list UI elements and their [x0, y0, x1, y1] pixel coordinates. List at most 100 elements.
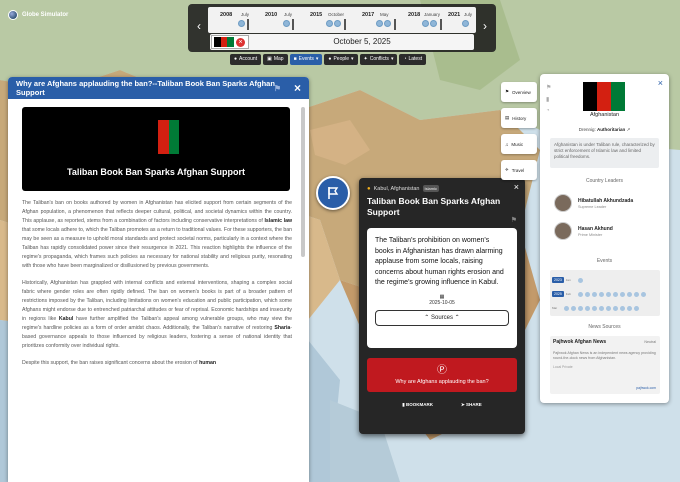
share-button[interactable]: ➤ SHARE [461, 402, 482, 408]
timeline-dots[interactable] [376, 20, 391, 27]
tab-travel[interactable]: ✈ Travel [501, 160, 537, 180]
chevron-down-icon: ▾ [390, 56, 394, 62]
external-link-icon[interactable]: ↗ [627, 127, 631, 132]
tab-music[interactable]: ♫ Music [501, 134, 537, 154]
news-source-description: Pajhwok Afghan News is an independent ne… [553, 351, 656, 360]
event-tag: Islamic [422, 185, 439, 192]
nav-label: People [333, 56, 350, 62]
event-summary: The Taliban's prohibition on women's boo… [375, 237, 504, 286]
report-flag-icon[interactable]: ⚑ [511, 216, 517, 224]
current-date: October 5, 2025 [333, 37, 391, 46]
music-icon: ♫ [505, 141, 509, 147]
timeline-divider [247, 19, 249, 30]
book-icon: ▤ [505, 115, 510, 120]
article-paragraph: The Taliban's ban on books authored by w… [22, 200, 292, 269]
timeline-month: July [464, 12, 473, 17]
event-location: ● Kabul, Afghanistan Islamic [367, 185, 439, 192]
country-panel-icons: ⚑ ▮ ◔ [546, 84, 551, 114]
chevron-down-icon: ▾ [315, 56, 319, 62]
flag-icon [328, 187, 339, 199]
timeline-year: 2017 [362, 12, 375, 18]
timeline-year: 2010 [265, 12, 278, 18]
article-body[interactable]: Taliban Book Ban Sparks Afghan Support T… [22, 107, 292, 479]
nav-label: Latest [408, 56, 423, 62]
pinterest-icon: Ⓟ [437, 365, 447, 376]
timeline-dots[interactable] [422, 20, 437, 27]
timeline-dots[interactable] [283, 20, 290, 27]
country-side-tabs: ⚑ Overview ▤ History ♫ Music ✈ Travel [501, 82, 537, 180]
flag-icon[interactable]: ⚑ [546, 84, 551, 91]
timeline-track[interactable]: 2008 July 2010 July 2015 October 2017 Ma… [208, 7, 476, 33]
sources-button[interactable]: ⌃ Sources ⌃ [375, 309, 509, 326]
timeline-month: January [424, 12, 441, 17]
nav-people-button[interactable]: ● People ▾ [324, 54, 358, 65]
flag-icon: ⚑ [505, 89, 510, 94]
nav-map-button[interactable]: ▣ Map [263, 54, 288, 65]
article-scrollbar[interactable] [301, 107, 305, 257]
article-banner: Taliban Book Ban Sparks Afghan Support [22, 107, 290, 191]
banner-title: Taliban Book Ban Sparks Afghan Support [66, 167, 245, 177]
avatar [554, 222, 572, 240]
globe-icon [8, 10, 18, 20]
location-label: Kabul, Afghanistan [373, 185, 420, 192]
chevron-down-icon: ▾ [351, 56, 354, 62]
timeline-dots[interactable] [462, 20, 469, 27]
article-header: Why are Afghans applauding the ban?--Tal… [8, 77, 309, 99]
timeline-month: May [380, 12, 389, 17]
news-source-item[interactable]: Pajhwok Afghan News Neutral Pajhwok Afgh… [550, 336, 660, 394]
close-icon[interactable]: × [294, 81, 301, 95]
nav-label: Account [239, 56, 258, 62]
country-panel: × ⚑ ▮ ◔ Afghanistan Drennig: Authoritari… [540, 74, 669, 403]
close-icon[interactable]: × [658, 78, 663, 88]
bookmark-button[interactable]: ▮ BOOKMARK [402, 402, 433, 408]
timeline-divider [394, 19, 396, 30]
close-icon[interactable]: × [514, 182, 519, 192]
related-article-button[interactable]: Ⓟ Why are Afghans applauding the ban? [367, 358, 517, 392]
tab-overview[interactable]: ⚑ Overview [501, 82, 537, 102]
location-pin-icon: ● [367, 185, 371, 192]
country-description: Afghanistan is under Taliban rule, chara… [550, 138, 659, 168]
nav-label: Map [273, 56, 284, 62]
timeline-divider [344, 19, 346, 30]
user-icon: ● [234, 56, 238, 62]
nav-account-button[interactable]: ● Account [230, 54, 262, 65]
article-paragraph: Historically, Afghanistan has grappled w… [22, 280, 292, 349]
event-marker[interactable] [316, 176, 350, 210]
news-source-category: Local Private [553, 365, 573, 369]
article-panel: Why are Afghans applauding the ban?--Tal… [8, 77, 309, 482]
timeline-year: 2008 [220, 12, 233, 18]
news-source-name: Pajhwok Afghan News [553, 339, 607, 345]
event-actions: ▮ BOOKMARK ➤ SHARE [359, 402, 525, 408]
article-paragraph: Despite this support, the ban raises sig… [22, 360, 217, 366]
event-title: Taliban Book Ban Sparks Afghan Support [367, 196, 501, 217]
timeline-year: 2015 [310, 12, 323, 18]
country-name: Afghanistan [589, 112, 620, 118]
timeline-dots[interactable] [326, 20, 341, 27]
nav-conflicts-button[interactable]: ✦ Conflicts ▾ [359, 54, 398, 65]
news-heading: News Sources [588, 324, 621, 330]
app-logo[interactable]: Globe Simulator [8, 10, 68, 20]
news-source-link[interactable]: pajhwok.com [636, 386, 656, 390]
people-icon: ● [328, 56, 332, 62]
tab-history[interactable]: ▤ History [501, 108, 537, 128]
timeline-prev-button[interactable]: ‹ [192, 18, 206, 34]
timeline: ‹ › 2008 July 2010 July 2015 October 201… [188, 4, 496, 52]
event-card: × ● Kabul, Afghanistan Islamic Taliban B… [359, 178, 525, 434]
timeline-dots[interactable] [238, 20, 245, 27]
app-name: Globe Simulator [22, 12, 69, 18]
leader-item[interactable]: Hibatullah Akhundzada Supreme Leader [554, 194, 633, 212]
government-type: Drennig: Authoritarian ↗ [578, 127, 631, 132]
events-row[interactable]: 2025 Feb [552, 290, 646, 298]
leader-item[interactable]: Hasan Akhund Prime Minister [554, 222, 613, 240]
bias-badge: Neutral [644, 340, 656, 344]
nav-events-button[interactable]: ■ Events ▾ [289, 54, 323, 65]
chat-icon: ■ [293, 56, 297, 62]
events-row[interactable]: Mar [552, 304, 639, 312]
bookmark-icon[interactable]: ▮ [546, 96, 551, 103]
events-calendar[interactable]: 2023 Jan 2025 Feb Mar [550, 270, 660, 316]
timeline-divider [440, 19, 442, 30]
nav-latest-button[interactable]: ◔ Latest [399, 54, 427, 65]
report-flag-icon[interactable]: ⚑ [274, 84, 281, 93]
events-row[interactable]: 2023 Jan [552, 276, 583, 284]
timeline-next-button[interactable]: › [478, 18, 492, 34]
